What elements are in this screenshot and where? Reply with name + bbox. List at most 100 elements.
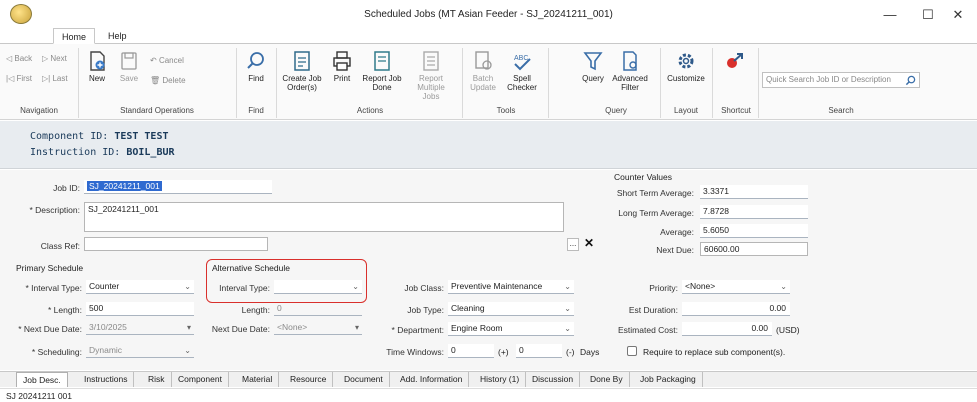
- tab-resource[interactable]: Resource: [284, 372, 334, 387]
- batch-update-button[interactable]: Batch Update: [466, 50, 500, 92]
- last-button[interactable]: ▷| Last: [42, 74, 68, 83]
- delete-label: Delete: [162, 76, 186, 85]
- query-label: Query: [582, 74, 604, 83]
- group-label-find: Find: [248, 106, 264, 115]
- spell-checker-button[interactable]: ABC Spell Checker: [502, 50, 542, 92]
- minimize-button[interactable]: —: [870, 4, 910, 26]
- component-id-line: Component ID: TEST TEST: [30, 131, 169, 142]
- window-title: Scheduled Jobs (MT Asian Feeder - SJ_202…: [364, 9, 613, 20]
- detail-tabs: Job Desc. Instructions Risk Component Ma…: [0, 371, 977, 387]
- back-button[interactable]: ◁ Back: [6, 54, 32, 63]
- class-ref-clear-button[interactable]: ✕: [584, 236, 594, 250]
- job-type-label: Job Type:: [407, 305, 444, 315]
- filter-icon: [583, 52, 603, 71]
- est-duration-field[interactable]: 0.00: [682, 302, 790, 316]
- delete-button[interactable]: 🗑 Delete: [150, 76, 186, 85]
- create-order-icon: [294, 51, 310, 71]
- class-ref-field[interactable]: [84, 237, 268, 251]
- alt-next-due-field[interactable]: <None> ▾: [274, 321, 362, 335]
- dropdown-arrow-icon: ▾: [354, 323, 359, 332]
- primary-interval-label: * Interval Type:: [25, 283, 82, 293]
- report-multiple-icon: [423, 51, 439, 71]
- group-label-search: Search: [828, 106, 854, 115]
- find-button[interactable]: Find: [242, 50, 270, 83]
- tab-history[interactable]: History (1): [474, 372, 527, 387]
- next-button[interactable]: ▷ Next: [42, 54, 67, 63]
- time-window-minus-label: (-): [566, 347, 575, 357]
- primary-schedule-title: Primary Schedule: [16, 263, 84, 273]
- chevron-down-icon: ⌄: [184, 282, 191, 291]
- primary-interval-select[interactable]: Counter ⌄: [86, 280, 194, 294]
- print-button[interactable]: Print: [328, 50, 356, 83]
- cancel-button[interactable]: ↶ Cancel: [150, 56, 184, 65]
- time-window-plus-field[interactable]: 0: [516, 344, 562, 358]
- customize-button[interactable]: Customize: [664, 50, 708, 83]
- chevron-down-icon: ⌄: [564, 324, 571, 333]
- tab-job-packaging[interactable]: Job Packaging: [634, 372, 703, 387]
- advanced-filter-icon: [623, 51, 637, 71]
- tab-risk[interactable]: Risk: [142, 372, 172, 387]
- print-label: Print: [333, 74, 351, 83]
- first-button[interactable]: |◁ First: [6, 74, 32, 83]
- primary-next-due-field[interactable]: 3/10/2025 ▾: [86, 321, 194, 335]
- class-ref-label: Class Ref:: [40, 241, 80, 251]
- job-type-select[interactable]: Cleaning ⌄: [448, 302, 574, 316]
- tab-home[interactable]: Home: [53, 28, 96, 44]
- create-job-orders-button[interactable]: Create Job Order(s): [280, 50, 324, 92]
- tab-discussion[interactable]: Discussion: [526, 372, 581, 387]
- tab-instructions[interactable]: Instructions: [78, 372, 135, 387]
- tab-document[interactable]: Document: [338, 372, 390, 387]
- tab-component[interactable]: Component: [172, 372, 229, 387]
- chevron-down-icon: ⌄: [184, 346, 191, 355]
- tab-help[interactable]: Help: [100, 28, 135, 44]
- class-ref-lookup-button[interactable]: ...: [567, 238, 579, 251]
- shortcut-arrow-icon: [727, 53, 743, 68]
- separator: [712, 48, 713, 118]
- chevron-down-icon: ⌄: [780, 282, 787, 291]
- component-id-value: TEST TEST: [114, 131, 169, 142]
- ribbon-tabs: Home Help: [0, 26, 977, 44]
- scheduling-value: Dynamic: [89, 345, 123, 355]
- batch-label: Batch Update: [470, 74, 496, 92]
- tab-job-desc[interactable]: Job Desc.: [16, 372, 68, 387]
- alt-length-field[interactable]: 0: [274, 302, 362, 316]
- description-field[interactable]: SJ_20241211_001: [84, 202, 564, 232]
- replace-sub-component-checkbox[interactable]: [627, 346, 637, 356]
- spell-label: Spell Checker: [507, 74, 537, 92]
- advanced-filter-button[interactable]: Advanced Filter: [610, 50, 650, 92]
- department-select[interactable]: Engine Room ⌄: [448, 322, 574, 336]
- save-button[interactable]: Save: [114, 50, 144, 83]
- new-button[interactable]: New: [82, 50, 112, 83]
- quick-search-input[interactable]: Quick Search Job ID or Description: [762, 72, 920, 88]
- group-label-layout: Layout: [673, 106, 699, 115]
- search-icon[interactable]: [905, 75, 916, 86]
- time-window-minus-field[interactable]: 0: [448, 344, 494, 358]
- primary-length-field[interactable]: 500: [86, 302, 194, 316]
- separator: [78, 48, 79, 118]
- separator: [548, 48, 549, 118]
- primary-next-due-value: 3/10/2025: [89, 322, 127, 332]
- separator: [462, 48, 463, 118]
- query-button[interactable]: Query: [578, 50, 608, 83]
- report-multiple-jobs-button[interactable]: Report Multiple Jobs: [408, 50, 454, 101]
- job-type-value: Cleaning: [451, 303, 485, 313]
- tab-add-information[interactable]: Add. Information: [394, 372, 470, 387]
- job-form: Job ID: SJ_20241211_001 * Description: S…: [0, 170, 977, 370]
- job-id-label: Job ID:: [53, 183, 80, 193]
- estimated-cost-field[interactable]: 0.00: [682, 322, 772, 336]
- shortcut-button[interactable]: [720, 50, 750, 74]
- close-button[interactable]: ✕: [938, 4, 977, 26]
- tab-done-by[interactable]: Done By: [584, 372, 630, 387]
- job-class-value: Preventive Maintenance: [451, 281, 543, 291]
- short-term-value: 3.3371: [700, 185, 808, 199]
- report-job-done-button[interactable]: Report Job Done: [360, 50, 404, 92]
- spell-check-icon: ABC: [514, 55, 531, 71]
- undo-icon: ↶: [150, 56, 159, 65]
- separator: [758, 48, 759, 118]
- tab-material[interactable]: Material: [236, 372, 280, 387]
- job-id-field[interactable]: SJ_20241211_001: [84, 180, 272, 194]
- priority-select[interactable]: <None> ⌄: [682, 280, 790, 294]
- scheduling-select[interactable]: Dynamic ⌄: [86, 344, 194, 358]
- job-class-select[interactable]: Preventive Maintenance ⌄: [448, 280, 574, 294]
- job-class-label: Job Class:: [404, 283, 444, 293]
